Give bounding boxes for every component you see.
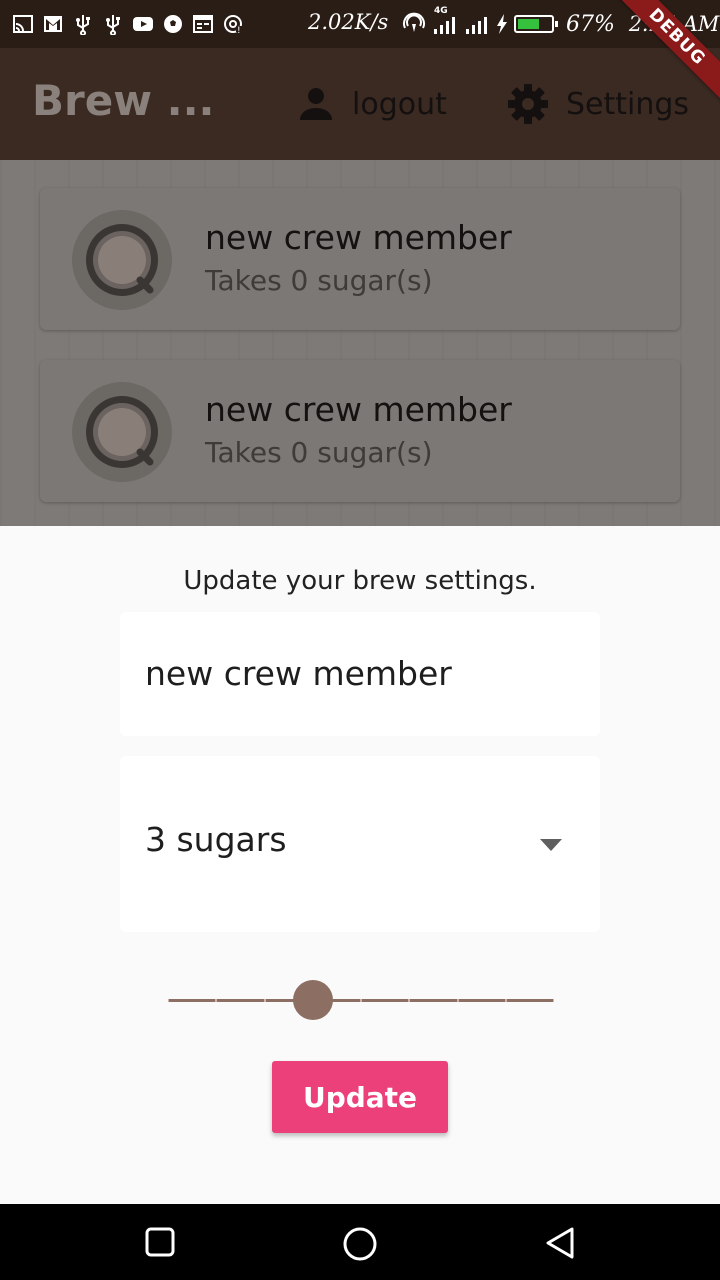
recents-button[interactable] <box>144 1226 178 1260</box>
brew-card[interactable]: new crew member Takes 0 sugar(s) <box>40 188 680 330</box>
charging-icon <box>496 13 508 35</box>
home-button[interactable] <box>342 1226 377 1261</box>
battery-icon <box>514 15 558 33</box>
signal-4g-icon: 4G <box>432 6 458 36</box>
navigation-bar <box>0 1204 720 1280</box>
logout-label: logout <box>352 86 447 122</box>
gear-icon <box>506 82 550 126</box>
sheet-title: Update your brew settings. <box>183 566 537 596</box>
brew-list: new crew member Takes 0 sugar(s) new cre… <box>0 160 720 526</box>
strength-slider[interactable] <box>167 980 555 1020</box>
brew-card[interactable]: new crew member Takes 0 sugar(s) <box>40 360 680 502</box>
coffee-cup-icon <box>86 396 158 468</box>
back-triangle-icon <box>546 1227 574 1259</box>
brew-name: new crew member <box>205 218 512 257</box>
battery-fill <box>518 19 539 29</box>
usb-icon <box>72 13 94 35</box>
square-icon <box>145 1227 175 1257</box>
brew-sugar-count: Takes 0 sugar(s) <box>205 436 433 469</box>
sugars-dropdown[interactable]: 3 sugars <box>120 756 600 932</box>
sync-icon: ! <box>222 13 244 35</box>
circle-icon <box>343 1227 377 1261</box>
usb-icon <box>102 13 124 35</box>
slider-tick <box>360 999 362 1002</box>
youtube-icon <box>132 13 154 35</box>
network-type: 4G <box>434 6 448 16</box>
sugars-selected-value: 3 sugars <box>145 820 287 859</box>
app-bar: Brew ... logout Settings <box>0 48 720 160</box>
avatar <box>72 210 172 310</box>
slider-thumb[interactable] <box>292 980 333 1020</box>
logout-button[interactable]: logout <box>296 82 447 126</box>
settings-button[interactable]: Settings <box>506 82 689 126</box>
back-button[interactable] <box>544 1226 578 1260</box>
hotspot-icon <box>402 12 426 36</box>
slider-tick <box>263 999 266 1002</box>
slider-tick <box>553 999 555 1002</box>
signal-icon <box>464 12 490 36</box>
status-bar: ! 2.02K/s 4G 67% 2:25 AM <box>0 0 720 48</box>
slider-tick <box>408 999 411 1002</box>
network-speed: 2.02K/s <box>308 10 389 34</box>
name-field[interactable] <box>120 612 600 736</box>
update-button[interactable]: Update <box>272 1061 448 1133</box>
avatar <box>72 382 172 482</box>
coffee-cup-icon <box>86 224 158 296</box>
brew-name: new crew member <box>205 390 512 429</box>
slider-tick <box>456 999 459 1002</box>
soccer-ball-icon <box>162 13 184 35</box>
slider-tick <box>167 999 169 1002</box>
slider-tick <box>215 999 218 1002</box>
brew-sugar-count: Takes 0 sugar(s) <box>205 264 433 297</box>
battery-percent: 67% <box>566 11 615 37</box>
settings-label: Settings <box>566 86 690 122</box>
cast-icon <box>12 13 34 35</box>
slider-tick <box>504 999 507 1002</box>
dropdown-arrow-icon <box>540 836 562 855</box>
calendar-icon <box>192 13 214 35</box>
person-icon <box>296 84 336 124</box>
notification-icons: ! <box>12 12 244 36</box>
svg-text:!: ! <box>237 26 241 35</box>
app-title: Brew ... <box>32 76 215 125</box>
settings-bottom-sheet: Update your brew settings. 3 sugars Upda… <box>0 526 720 1204</box>
gmail-icon <box>42 13 64 35</box>
